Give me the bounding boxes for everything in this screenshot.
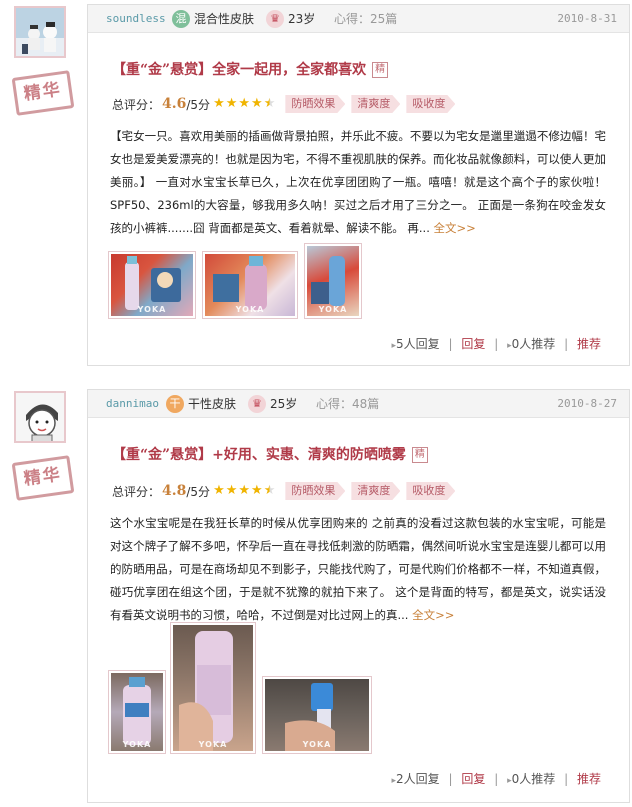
review-count: 心得：48篇 (316, 397, 380, 411)
star-icon: ★ (225, 96, 238, 111)
age-icon: ♛ (266, 10, 284, 28)
tag-absorption[interactable]: 吸收度 (406, 482, 455, 500)
featured-tag: 精 (372, 62, 389, 78)
review-header: soundless 混 混合性皮肤 ♛ 23岁 心得：25篇 2010-8-31 (88, 5, 629, 33)
review-text: 这个水宝宝呢是在我狂长草的时候从优享团购来的 之前真的没看过这款包装的水宝宝呢，… (110, 516, 606, 622)
review-photo[interactable]: YOKA (108, 251, 196, 319)
review-header: dannimao 干 干性皮肤 ♛ 25岁 心得：48篇 2010-8-27 (88, 390, 629, 418)
reply-count[interactable]: 2人回复 (396, 772, 440, 786)
featured-tag: 精 (411, 447, 428, 463)
skin-type: 干性皮肤 (188, 397, 237, 411)
username-link[interactable]: soundless (106, 5, 166, 33)
review-title[interactable]: 【重“金”悬赏】+好用、实惠、清爽的防晒喷雾精 (112, 444, 428, 464)
divider: | (564, 772, 569, 786)
reply-button[interactable]: 回复 (461, 772, 485, 786)
tag-sunscreen-effect[interactable]: 防晒效果 (285, 482, 345, 500)
review-actions: ▸2人回复 | 回复 | ▸0人推荐 | 推荐 (392, 770, 601, 787)
rating-label: 总评分： (112, 484, 161, 499)
star-icon: ★ (225, 483, 238, 498)
star-icon: ★ (238, 96, 251, 111)
rating-row: 总评分： 4.6 /5分 ★ ★ ★ ★ ★ 防晒效果 清爽度 吸收度 (112, 95, 461, 113)
photo-watermark: YOKA (235, 305, 265, 314)
recommend-count[interactable]: 0人推荐 (512, 772, 556, 786)
age-icon: ♛ (248, 395, 266, 413)
review-body: 【宅女一只。喜欢用美丽的插画做背景拍照，并乐此不疲。不要以为宅女是邋里邋遢不修边… (110, 125, 606, 240)
rating-max: /5分 (186, 484, 211, 499)
post-date: 2010-8-31 (557, 12, 617, 25)
review-body: 这个水宝宝呢是在我狂长草的时候从优享团购来的 之前真的没看过这款包装的水宝宝呢，… (110, 512, 606, 627)
recommend-count[interactable]: 0人推荐 (512, 337, 556, 351)
star-icon: ★ (251, 483, 263, 498)
avatar[interactable] (14, 391, 66, 443)
review-photo[interactable]: YOKA (170, 622, 256, 754)
divider: | (494, 337, 499, 351)
review-text: 【宅女一只。喜欢用美丽的插画做背景拍照，并乐此不疲。不要以为宅女是邋里邋遢不修边… (110, 129, 606, 235)
reply-count[interactable]: 5人回复 (396, 337, 440, 351)
avatar[interactable] (14, 6, 66, 58)
review-item: 精华 soundless 混 混合性皮肤 ♛ 23岁 心得：25篇 2010-8… (0, 0, 632, 370)
divider: | (448, 772, 453, 786)
rating-row: 总评分： 4.8 /5分 ★ ★ ★ ★ ★ 防晒效果 清爽度 吸收度 (112, 482, 461, 500)
read-more-link[interactable]: 全文>> (412, 608, 454, 622)
tag-refreshing[interactable]: 清爽度 (351, 482, 400, 500)
review-photo[interactable]: YOKA (262, 676, 372, 754)
star-icon: ★ (213, 483, 225, 498)
photo-watermark: YOKA (318, 305, 348, 314)
review-photo[interactable]: YOKA (304, 243, 362, 319)
review-actions: ▸5人回复 | 回复 | ▸0人推荐 | 推荐 (392, 335, 601, 352)
star-icon: ★ (251, 96, 263, 111)
divider: | (448, 337, 453, 351)
star-icon: ★ (238, 483, 251, 498)
divider: | (494, 772, 499, 786)
review-card: dannimao 干 干性皮肤 ♛ 25岁 心得：48篇 2010-8-27 【… (87, 389, 630, 803)
rating-score: 4.8 (162, 483, 187, 499)
age: 23岁 (288, 12, 316, 26)
review-card: soundless 混 混合性皮肤 ♛ 23岁 心得：25篇 2010-8-31… (87, 4, 630, 366)
photo-watermark: YOKA (137, 305, 167, 314)
post-date: 2010-8-27 (557, 397, 617, 410)
review-photo[interactable]: YOKA (202, 251, 298, 319)
skin-type: 混合性皮肤 (194, 12, 255, 26)
photo-watermark: YOKA (122, 740, 152, 749)
featured-stamp: 精华 (11, 70, 75, 116)
rating-label: 总评分： (112, 97, 161, 112)
read-more-link[interactable]: 全文>> (434, 221, 476, 235)
rating-stars: ★ ★ ★ ★ ★ (213, 484, 275, 498)
photo-watermark: YOKA (198, 740, 228, 749)
star-half-icon: ★ (263, 483, 276, 498)
review-photo[interactable]: YOKA (108, 670, 166, 754)
tag-absorption[interactable]: 吸收度 (406, 95, 455, 113)
rating-score: 4.6 (162, 96, 187, 112)
skin-type-icon: 干 (166, 395, 184, 413)
rating-max: /5分 (186, 97, 211, 112)
recommend-button[interactable]: 推荐 (577, 772, 601, 786)
star-half-icon: ★ (263, 96, 276, 111)
username-link[interactable]: dannimao (106, 390, 159, 418)
review-count: 心得：25篇 (334, 12, 398, 26)
featured-stamp: 精华 (11, 455, 75, 501)
star-icon: ★ (213, 96, 225, 111)
reply-button[interactable]: 回复 (461, 337, 485, 351)
skin-type-icon: 混 (172, 10, 190, 28)
review-title[interactable]: 【重“金”悬赏】全家一起用，全家都喜欢精 (112, 59, 389, 79)
review-item: 精华 dannimao 干 干性皮肤 ♛ 25岁 心得：48篇 2010-8-2… (0, 385, 632, 805)
age: 25岁 (270, 397, 298, 411)
photo-watermark: YOKA (302, 740, 332, 749)
tag-sunscreen-effect[interactable]: 防晒效果 (285, 95, 345, 113)
recommend-button[interactable]: 推荐 (577, 337, 601, 351)
rating-stars: ★ ★ ★ ★ ★ (213, 97, 275, 111)
tag-refreshing[interactable]: 清爽度 (351, 95, 400, 113)
divider: | (564, 337, 569, 351)
